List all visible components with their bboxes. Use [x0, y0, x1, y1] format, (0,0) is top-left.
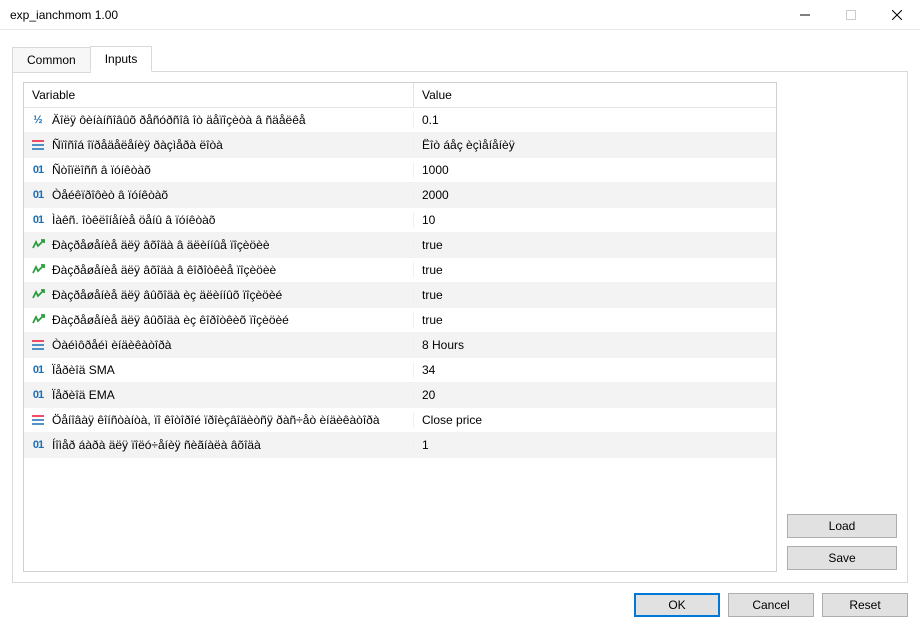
value-cell[interactable]: 34	[414, 363, 776, 377]
variable-cell: 01 Ñòîïëîññ â ïóíêòàõ	[24, 162, 414, 178]
variable-cell: 01 Ïåðèîä SMA	[24, 362, 414, 378]
variable-name: Òàéìôðåéì èíäèêàòîðà	[52, 338, 171, 352]
value-cell[interactable]: true	[414, 288, 776, 302]
bool-type-icon	[30, 312, 46, 328]
value-cell[interactable]: 8 Hours	[414, 338, 776, 352]
table-row[interactable]: Ñïîñîá îïðåäåëåíèÿ ðàçìåðà ëîòà Ëîò áåç è…	[24, 133, 776, 158]
tab-panel-inputs: Variable Value ½ Äîëÿ ôèíàíñîâûõ ðåñóðñîâ…	[12, 71, 908, 583]
table-row[interactable]: 01 Ïåðèîä SMA 34	[24, 358, 776, 383]
int-type-icon: 01	[30, 212, 46, 228]
table-row[interactable]: ½ Äîëÿ ôèíàíñîâûõ ðåñóðñîâ îò äåïîçèòà â …	[24, 108, 776, 133]
value-cell[interactable]: 2000	[414, 188, 776, 202]
inputs-table: Variable Value ½ Äîëÿ ôèíàíñîâûõ ðåñóðñîâ…	[23, 82, 777, 572]
minimize-button[interactable]	[782, 0, 828, 30]
int-type-icon: 01	[30, 187, 46, 203]
variable-cell: 01 Ìàêñ. îòêëîíåíèå öåíû â ïóíêòàõ	[24, 212, 414, 228]
window-title: exp_ianchmom 1.00	[10, 8, 782, 22]
value-cell[interactable]: Ëîò áåç èçìåíåíèÿ	[414, 138, 776, 152]
reset-button[interactable]: Reset	[822, 593, 908, 617]
variable-name: Ðàçðåøåíèå äëÿ âõîäà â êîðîòêèå ïîçèöèè	[52, 263, 276, 277]
string-type-icon	[30, 337, 46, 353]
variable-cell: 01 Òåéêïðîôèò â ïóíêòàõ	[24, 187, 414, 203]
int-type-icon: 01	[30, 437, 46, 453]
load-button[interactable]: Load	[787, 514, 897, 538]
table-row[interactable]: 01 Ñòîïëîññ â ïóíêòàõ 1000	[24, 158, 776, 183]
bool-type-icon	[30, 262, 46, 278]
table-row[interactable]: 01 Òåéêïðîôèò â ïóíêòàõ 2000	[24, 183, 776, 208]
int-type-icon: 01	[30, 162, 46, 178]
variable-name: Íîìåð áàðà äëÿ ïîëó÷åíèÿ ñèãíàëà âõîäà	[52, 438, 261, 452]
variable-name: Öåíîâàÿ êîíñòàíòà, ïî êîòîðîé ïðîèçâîäèò…	[52, 413, 380, 427]
variable-cell: 01 Ïåðèîä EMA	[24, 387, 414, 403]
string-type-icon	[30, 412, 46, 428]
value-cell[interactable]: true	[414, 263, 776, 277]
titlebar-controls	[782, 0, 920, 30]
side-buttons: Load Save	[787, 82, 897, 572]
table-row[interactable]: Ðàçðåøåíèå äëÿ âõîäà â äëèííûå ïîçèöèè tr…	[24, 233, 776, 258]
value-cell[interactable]: 0.1	[414, 113, 776, 127]
variable-name: Ðàçðåøåíèå äëÿ âõîäà â äëèííûå ïîçèöèè	[52, 238, 270, 252]
close-button[interactable]	[874, 0, 920, 30]
value-cell[interactable]: Close price	[414, 413, 776, 427]
variable-name: Ðàçðåøåíèå äëÿ âûõîäà èç êîðîòêèõ ïîçèöè…	[52, 313, 289, 327]
table-row[interactable]: 01 Ïåðèîä EMA 20	[24, 383, 776, 408]
variable-cell: Ðàçðåøåíèå äëÿ âûõîäà èç äëèííûõ ïîçèöèé	[24, 287, 414, 303]
variable-name: Ðàçðåøåíèå äëÿ âûõîäà èç äëèííûõ ïîçèöèé	[52, 288, 282, 302]
table-row[interactable]: Ðàçðåøåíèå äëÿ âûõîäà èç êîðîòêèõ ïîçèöè…	[24, 308, 776, 333]
save-button[interactable]: Save	[787, 546, 897, 570]
variable-cell: Ðàçðåøåíèå äëÿ âõîäà â êîðîòêèå ïîçèöèè	[24, 262, 414, 278]
int-type-icon: 01	[30, 387, 46, 403]
maximize-button	[828, 0, 874, 30]
value-cell[interactable]: 1	[414, 438, 776, 452]
variable-cell: ½ Äîëÿ ôèíàíñîâûõ ðåñóðñîâ îò äåïîçèòà â …	[24, 112, 414, 128]
variable-name: Ñòîïëîññ â ïóíêòàõ	[52, 163, 151, 177]
tab-common[interactable]: Common	[12, 47, 91, 73]
variable-cell: Öåíîâàÿ êîíñòàíòà, ïî êîòîðîé ïðîèçâîäèò…	[24, 412, 414, 428]
table-row[interactable]: 01 Íîìåð áàðà äëÿ ïîëó÷åíèÿ ñèãíàëà âõîäà…	[24, 433, 776, 458]
value-cell[interactable]: 20	[414, 388, 776, 402]
value-cell[interactable]: true	[414, 238, 776, 252]
value-cell[interactable]: true	[414, 313, 776, 327]
table-row[interactable]: Ðàçðåøåíèå äëÿ âõîäà â êîðîòêèå ïîçèöèè t…	[24, 258, 776, 283]
variable-cell: Ðàçðåøåíèå äëÿ âûõîäà èç êîðîòêèõ ïîçèöè…	[24, 312, 414, 328]
variable-cell: Ðàçðåøåíèå äëÿ âõîäà â äëèííûå ïîçèöèè	[24, 237, 414, 253]
string-type-icon	[30, 137, 46, 153]
table-row[interactable]: Òàéìôðåéì èíäèêàòîðà 8 Hours	[24, 333, 776, 358]
fraction-type-icon: ½	[30, 112, 46, 128]
variable-name: Ïåðèîä SMA	[52, 363, 115, 377]
variable-name: Ïåðèîä EMA	[52, 388, 115, 402]
table-header: Variable Value	[24, 83, 776, 108]
variable-cell: Òàéìôðåéì èíäèêàòîðà	[24, 337, 414, 353]
variable-cell: 01 Íîìåð áàðà äëÿ ïîëó÷åíèÿ ñèãíàëà âõîäà	[24, 437, 414, 453]
column-header-variable[interactable]: Variable	[24, 83, 414, 107]
table-row[interactable]: Ðàçðåøåíèå äëÿ âûõîäà èç äëèííûõ ïîçèöèé…	[24, 283, 776, 308]
ok-button[interactable]: OK	[634, 593, 720, 617]
column-header-value[interactable]: Value	[414, 83, 776, 107]
int-type-icon: 01	[30, 362, 46, 378]
variable-name: Äîëÿ ôèíàíñîâûõ ðåñóðñîâ îò äåïîçèòà â ñ…	[52, 113, 306, 127]
bool-type-icon	[30, 287, 46, 303]
variable-name: Ìàêñ. îòêëîíåíèå öåíû â ïóíêòàõ	[52, 213, 215, 227]
cancel-button[interactable]: Cancel	[728, 593, 814, 617]
value-cell[interactable]: 1000	[414, 163, 776, 177]
tab-header: Common Inputs	[12, 46, 908, 72]
titlebar: exp_ianchmom 1.00	[0, 0, 920, 30]
variable-cell: Ñïîñîá îïðåäåëåíèÿ ðàçìåðà ëîòà	[24, 137, 414, 153]
table-body: ½ Äîëÿ ôèíàíñîâûõ ðåñóðñîâ îò äåïîçèòà â …	[24, 108, 776, 571]
table-row[interactable]: 01 Ìàêñ. îòêëîíåíèå öåíû â ïóíêòàõ 10	[24, 208, 776, 233]
variable-name: Ñïîñîá îïðåäåëåíèÿ ðàçìåðà ëîòà	[52, 138, 223, 152]
bool-type-icon	[30, 237, 46, 253]
value-cell[interactable]: 10	[414, 213, 776, 227]
table-row[interactable]: Öåíîâàÿ êîíñòàíòà, ïî êîòîðîé ïðîèçâîäèò…	[24, 408, 776, 433]
tab-inputs[interactable]: Inputs	[90, 46, 153, 72]
dialog-footer: OK Cancel Reset	[12, 583, 908, 617]
variable-name: Òåéêïðîôèò â ïóíêòàõ	[52, 188, 168, 202]
